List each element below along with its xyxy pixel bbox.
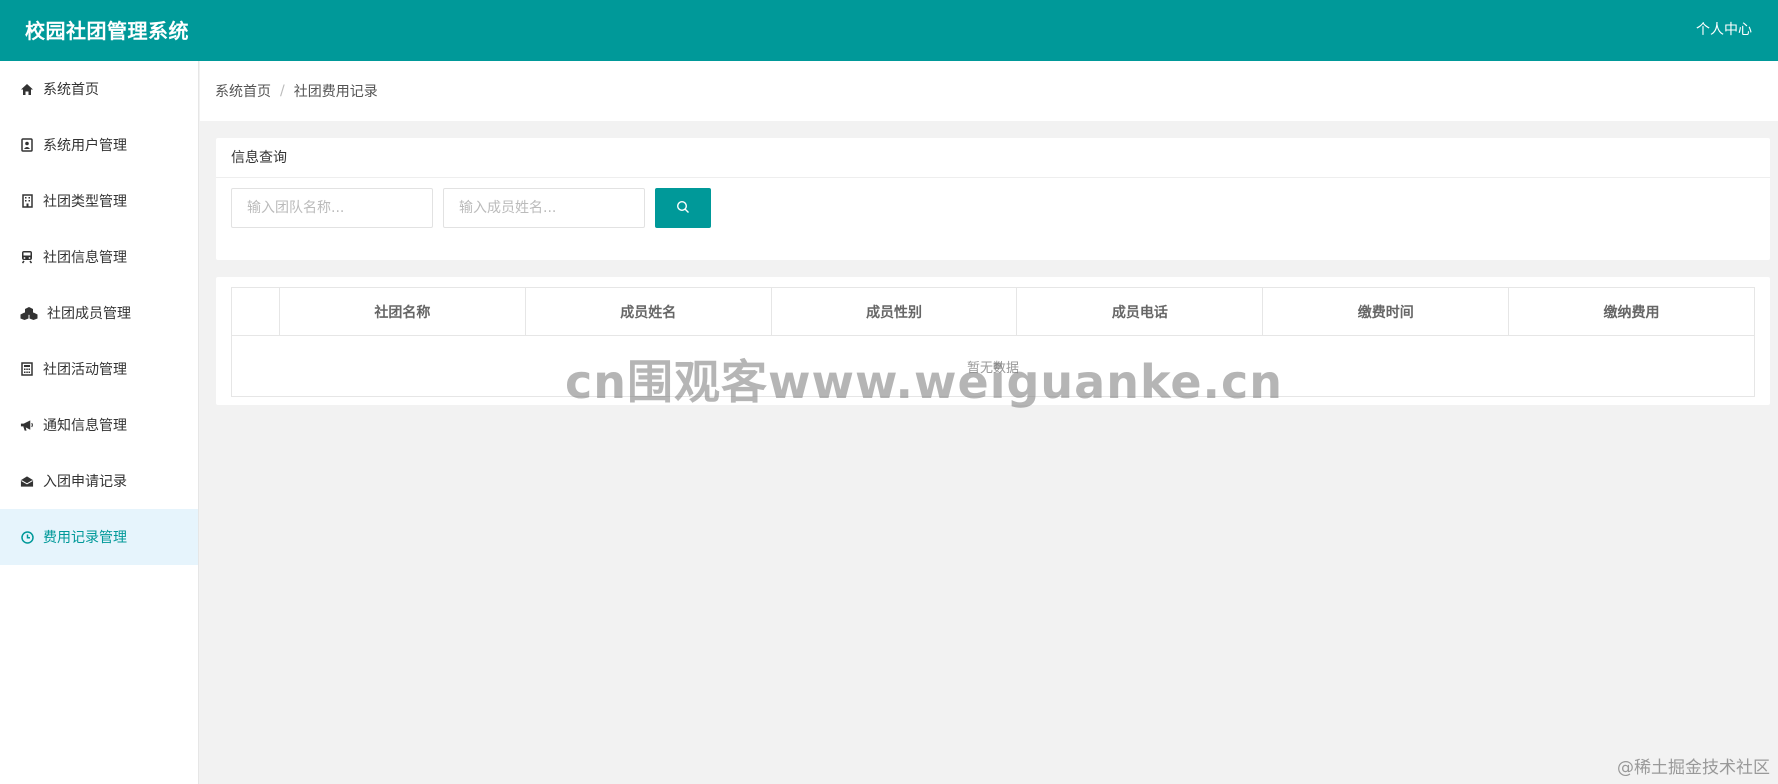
calculator-icon: [20, 362, 34, 376]
column-payment-time[interactable]: 缴费时间: [1263, 288, 1510, 335]
sidebar-item-label: 通知信息管理: [43, 418, 127, 434]
team-name-input[interactable]: [231, 188, 433, 228]
column-member-phone[interactable]: 成员电话: [1017, 288, 1264, 335]
envelope-open-icon: [20, 474, 34, 488]
sidebar-item-club-info[interactable]: 社团信息管理: [0, 229, 198, 285]
sidebar-item-club-members[interactable]: 社团成员管理: [0, 285, 198, 341]
user-card-icon: [20, 138, 34, 152]
sidebar-item-fee-records[interactable]: 费用记录管理: [0, 509, 198, 565]
sidebar-item-label: 入团申请记录: [43, 474, 127, 490]
building-icon: [20, 194, 34, 208]
sidebar-item-label: 社团类型管理: [43, 194, 127, 210]
breadcrumb-separator: /: [280, 83, 285, 99]
home-icon: [20, 82, 34, 96]
clock-icon: [20, 530, 34, 544]
table-empty-message: 暂无数据: [966, 360, 1019, 376]
user-center-link[interactable]: 个人中心: [1696, 19, 1752, 39]
search-icon: [676, 200, 690, 217]
breadcrumb-home[interactable]: 系统首页: [215, 81, 271, 101]
sidebar-item-label: 系统用户管理: [43, 138, 127, 154]
sidebar-item-club-types[interactable]: 社团类型管理: [0, 173, 198, 229]
sidebar-item-join-requests[interactable]: 入团申请记录: [0, 453, 198, 509]
column-club-name[interactable]: 社团名称: [280, 288, 526, 335]
search-card: 信息查询: [216, 138, 1770, 260]
table-header-checkbox-column: [232, 288, 280, 335]
bullhorn-icon: [20, 418, 34, 432]
sidebar-item-label: 社团信息管理: [43, 250, 127, 266]
fee-records-table: 社团名称 成员姓名 成员性别 成员电话 缴费时间 缴纳费用 暂无数据: [231, 287, 1755, 397]
top-bar: 校园社团管理系统 个人中心: [0, 0, 1778, 61]
sidebar-item-label: 系统首页: [43, 82, 99, 98]
sidebar: 系统首页 系统用户管理 社团类型管理 社团信息管理 社团成员管理 社团活动管理: [0, 61, 199, 784]
table-card: 社团名称 成员姓名 成员性别 成员电话 缴费时间 缴纳费用 暂无数据: [216, 277, 1770, 405]
column-fee-amount[interactable]: 缴纳费用: [1509, 288, 1754, 335]
search-row: [231, 188, 711, 228]
breadcrumb-current: 社团费用记录: [293, 84, 378, 100]
train-icon: [20, 250, 34, 264]
sidebar-item-label: 社团活动管理: [43, 362, 127, 378]
breadcrumb: 系统首页 / 社团费用记录: [200, 61, 1778, 121]
sidebar-item-label: 费用记录管理: [43, 530, 127, 546]
column-member-gender[interactable]: 成员性别: [772, 288, 1018, 335]
cubes-icon: [20, 306, 38, 320]
sidebar-item-users[interactable]: 系统用户管理: [0, 117, 198, 173]
sidebar-item-club-activities[interactable]: 社团活动管理: [0, 341, 198, 397]
table-header: 社团名称 成员姓名 成员性别 成员电话 缴费时间 缴纳费用: [232, 288, 1754, 336]
sidebar-item-home[interactable]: 系统首页: [0, 61, 198, 117]
search-card-title: 信息查询: [216, 138, 1770, 178]
column-member-name[interactable]: 成员姓名: [526, 288, 772, 335]
sidebar-item-label: 社团成员管理: [47, 306, 131, 322]
search-button[interactable]: [655, 188, 711, 228]
sidebar-item-notices[interactable]: 通知信息管理: [0, 397, 198, 453]
member-name-input[interactable]: [443, 188, 645, 228]
app-title: 校园社团管理系统: [25, 19, 189, 43]
footer-watermark: @稀土掘金技术社区: [1617, 758, 1770, 778]
